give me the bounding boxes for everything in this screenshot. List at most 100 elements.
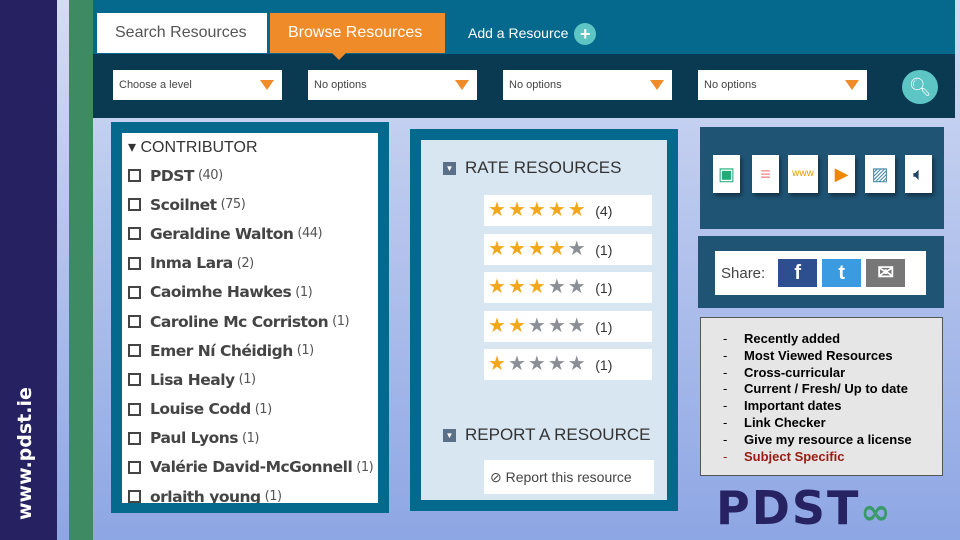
- contributor-name: Scoilnet: [150, 195, 217, 214]
- contributor-name: PDST: [150, 166, 194, 185]
- checkbox[interactable]: [128, 402, 141, 416]
- document-icon[interactable]: ≡: [752, 155, 779, 193]
- checkbox[interactable]: [128, 460, 141, 474]
- rating-count: (4): [595, 203, 613, 219]
- tab-browse-resources[interactable]: Browse Resources: [270, 13, 445, 60]
- checkbox[interactable]: [128, 373, 141, 387]
- website-icon[interactable]: www: [788, 155, 818, 193]
- contributor-item[interactable]: Paul Lyons (1): [128, 424, 372, 453]
- contributor-item[interactable]: Valérie David-McGonnell (1): [128, 453, 374, 482]
- star-icon: ★: [527, 237, 548, 260]
- dash: -: [723, 331, 728, 346]
- contributor-name: Louise Codd: [150, 400, 251, 419]
- search-button[interactable]: 🔍︎: [902, 70, 938, 104]
- contributor-item[interactable]: PDST (40): [128, 161, 372, 190]
- contributor-count: (1): [242, 430, 259, 446]
- image-icon[interactable]: ▨: [865, 155, 895, 193]
- report-heading: ▼ REPORT A RESOURCE: [443, 425, 650, 445]
- contributor-count: (1): [238, 372, 256, 388]
- star-icon: ★: [567, 353, 588, 375]
- contributor-item[interactable]: Emer Ní Chéidigh (1): [128, 336, 372, 365]
- checkbox[interactable]: [128, 315, 141, 329]
- rating-filter-3[interactable]: ★★★★★ (1): [484, 272, 652, 303]
- contributor-name: orlaith young: [150, 487, 261, 503]
- rating-filter-1[interactable]: ★★★★★ (1): [484, 349, 652, 380]
- star-icon: ★: [567, 276, 588, 298]
- star-icon: ★: [547, 314, 568, 337]
- contributor-item[interactable]: Lisa Healy (1): [128, 365, 372, 394]
- checkbox[interactable]: [128, 169, 141, 183]
- dash: -: [723, 448, 728, 464]
- tab-add-resource[interactable]: Add a Resource +: [468, 13, 597, 53]
- contributor-item[interactable]: Caoimhe Hawkes (1): [128, 278, 372, 307]
- select-value: No options: [314, 79, 367, 91]
- facebook-icon[interactable]: f: [778, 259, 818, 287]
- collapse-icon[interactable]: ▼: [443, 161, 456, 175]
- contributor-name: Caroline Mc Corriston: [150, 312, 329, 331]
- checkbox[interactable]: [128, 344, 141, 358]
- contributor-item[interactable]: Louise Codd (1): [128, 395, 372, 424]
- share-label: Share:: [721, 264, 766, 282]
- contributor-item[interactable]: Caroline Mc Corriston (1): [128, 307, 372, 336]
- dropdown-arrow-icon: [260, 80, 274, 90]
- contributor-count: (44): [297, 226, 323, 242]
- star-icon: ★: [507, 353, 528, 375]
- rate-heading-text: RATE RESOURCES: [465, 158, 622, 177]
- contributor-item[interactable]: Geraldine Walton (44): [128, 219, 372, 248]
- star-icon: ★: [488, 314, 508, 337]
- contributor-name: Geraldine Walton: [150, 224, 294, 243]
- checkbox[interactable]: [128, 256, 141, 270]
- checkbox[interactable]: [128, 227, 141, 241]
- contributor-heading[interactable]: ▾ CONTRIBUTOR: [128, 137, 372, 157]
- feature-text: Give my resource a license: [744, 431, 912, 447]
- contributor-count: (1): [254, 401, 272, 417]
- checkbox[interactable]: [128, 490, 141, 503]
- dash: -: [723, 381, 728, 397]
- plus-icon: +: [574, 23, 597, 46]
- email-icon[interactable]: ✉: [866, 259, 906, 287]
- dash: -: [723, 398, 728, 414]
- star-icon: ★: [567, 199, 588, 221]
- contributor-count: (1): [264, 489, 282, 503]
- search-icon: 🔍︎: [908, 77, 932, 97]
- star-icon: ★: [507, 237, 528, 260]
- rating-filter-2[interactable]: ★★★★★ (1): [484, 310, 652, 342]
- feature-item: - Most Viewed Resources: [723, 348, 942, 365]
- select-value: No options: [704, 79, 757, 91]
- rating-filter-5[interactable]: ★★★★★ (4): [484, 195, 652, 226]
- filter-select-4[interactable]: No options: [698, 70, 867, 100]
- checkbox[interactable]: [128, 431, 141, 445]
- dropdown-arrow-icon: [650, 80, 664, 90]
- rating-filter-4[interactable]: ★★★★★ (1): [484, 233, 652, 265]
- contributor-item[interactable]: Inma Lara (2): [128, 249, 372, 278]
- checkbox[interactable]: [128, 285, 141, 299]
- rate-panel: ▼ RATE RESOURCES ★★★★★ (4) ★★★★★ (1) ★★★★★ …: [410, 129, 678, 511]
- feature-text: Most Viewed Resources: [744, 347, 893, 363]
- rating-count: (1): [595, 318, 613, 335]
- tab-search-resources[interactable]: Search Resources: [97, 13, 267, 53]
- checkbox[interactable]: [128, 198, 141, 212]
- contributor-item[interactable]: orlaith young (1): [128, 482, 372, 503]
- video-icon[interactable]: ▶: [828, 155, 855, 193]
- audio-icon[interactable]: 🔈︎: [905, 155, 932, 193]
- star-icon: ★: [547, 276, 568, 298]
- level-select[interactable]: Choose a level: [113, 70, 282, 100]
- left-band: www.pdst.ie: [0, 0, 57, 540]
- star-icon: ★: [507, 276, 528, 298]
- twitter-icon[interactable]: t: [822, 259, 862, 287]
- collapse-icon[interactable]: ▼: [443, 428, 456, 442]
- contributor-count: (1): [356, 459, 374, 475]
- report-resource-button[interactable]: ⊘ Report this resource: [484, 460, 654, 494]
- presentation-icon[interactable]: ▣: [713, 155, 740, 193]
- filter-select-3[interactable]: No options: [503, 70, 672, 100]
- feature-item: - Cross-curricular: [723, 365, 942, 382]
- contributor-name: Paul Lyons: [150, 429, 239, 448]
- website-url: www.pdst.ie: [14, 387, 36, 520]
- star-icon: ★: [527, 276, 548, 298]
- select-value: No options: [509, 79, 562, 91]
- feature-item: - Current / Fresh/ Up to date: [723, 381, 942, 398]
- select-value: Choose a level: [119, 79, 192, 91]
- filter-select-2[interactable]: No options: [308, 70, 477, 100]
- contributor-item[interactable]: Scoilnet (75): [128, 190, 372, 219]
- feature-text: Current / Fresh/ Up to date: [744, 381, 908, 397]
